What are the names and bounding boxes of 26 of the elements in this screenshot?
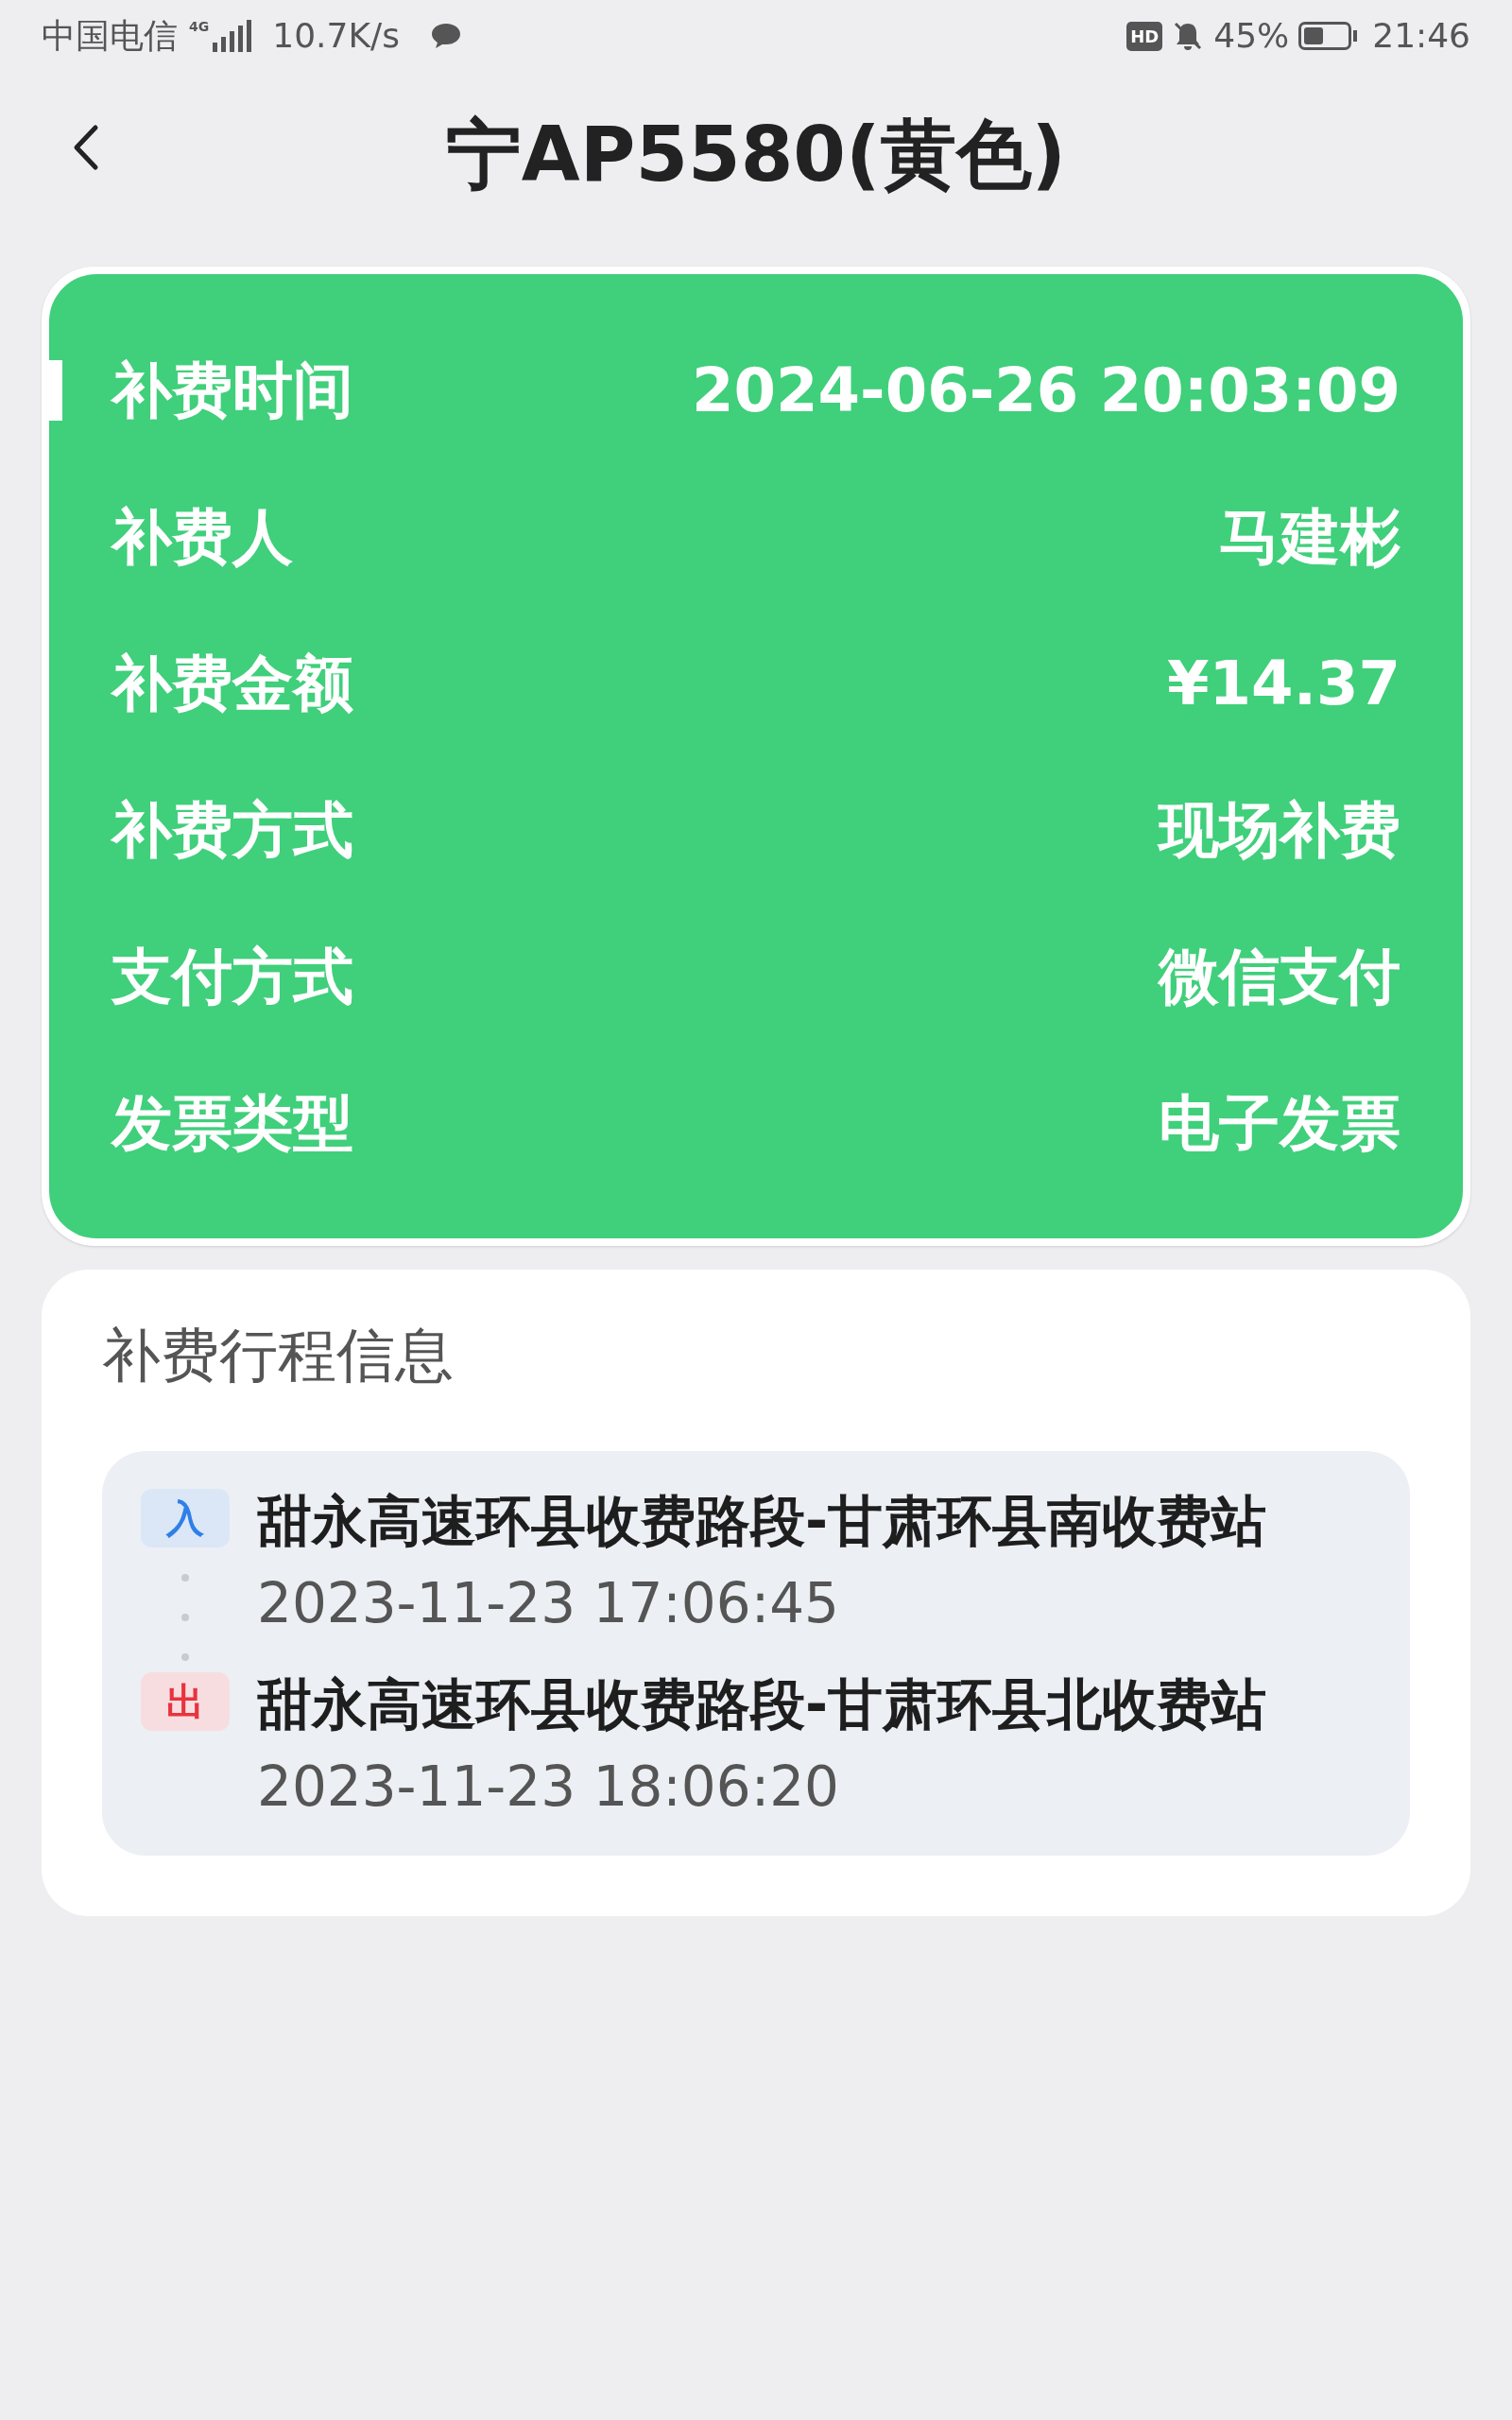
detail-label: 补费金额 <box>112 647 353 720</box>
stop-badge: 出 <box>141 1672 230 1731</box>
stop-badge: 入 <box>141 1489 230 1547</box>
battery-icon <box>1298 22 1358 50</box>
detail-value: 马建彬 <box>1219 500 1400 574</box>
detail-value: ¥14.37 <box>1167 647 1400 720</box>
stop-time: 2023-11-23 17:06:45 <box>257 1572 840 1634</box>
detail-value: 2024-06-26 20:03:09 <box>691 354 1400 427</box>
clock-time: 21:46 <box>1372 15 1470 57</box>
carrier-name: 中国电信 <box>42 15 178 57</box>
hd-badge: HD <box>1126 21 1163 51</box>
stop-time: 2023-11-23 18:06:20 <box>257 1755 840 1818</box>
network-speed: 10.7K/s <box>272 15 400 57</box>
detail-label: 补费人 <box>112 500 293 574</box>
detail-label: 发票类型 <box>112 1086 353 1160</box>
station-name: 甜永高速环县收费路段-甘肃环县北收费站 <box>257 1672 1267 1737</box>
detail-label: 补费时间 <box>112 354 353 427</box>
battery-percent: 45% <box>1213 15 1290 57</box>
detail-label: 支付方式 <box>112 940 353 1013</box>
station-name: 甜永高速环县收费路段-甘肃环县南收费站 <box>257 1489 1267 1553</box>
detail-value: 现场补费 <box>1159 793 1400 867</box>
detail-label: 补费方式 <box>112 793 353 867</box>
detail-value: 电子发票 <box>1159 1086 1400 1160</box>
detail-value: 微信支付 <box>1159 940 1400 1013</box>
chat-bubble-icon <box>429 22 462 50</box>
section-title: 补费行程信息 <box>102 1326 455 1385</box>
